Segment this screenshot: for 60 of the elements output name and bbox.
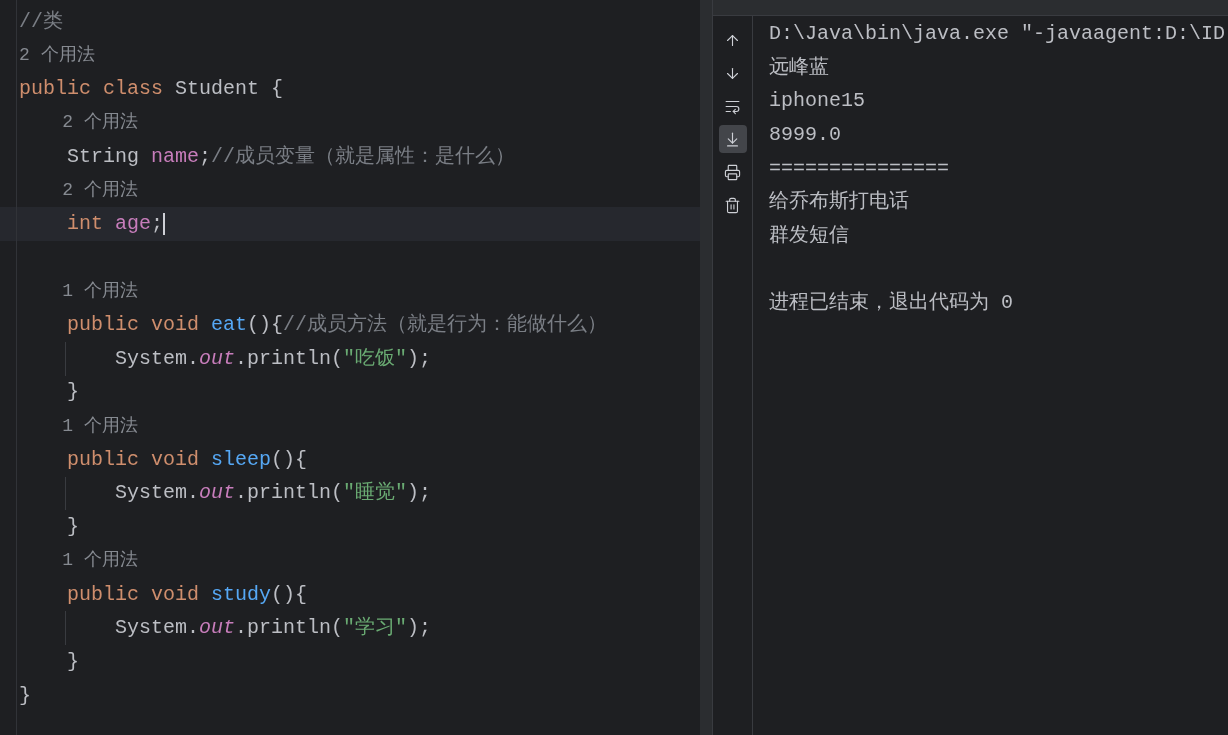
code-token: //成员变量（就是属性：是什么）	[211, 143, 516, 170]
code-token: public void	[66, 312, 201, 339]
code-token: name	[151, 143, 200, 170]
scroll-to-end-icon	[724, 130, 741, 148]
code-token: "睡觉"	[343, 480, 408, 507]
scroll-to-end-button[interactable]	[718, 125, 747, 153]
code-token: (){	[247, 312, 284, 339]
code-token: );	[407, 615, 432, 642]
console-output-line: 远峰蓝	[769, 54, 829, 81]
code-token: ;	[151, 210, 164, 237]
code-token: sleep	[211, 446, 272, 473]
console-output-line: iphone15	[769, 88, 865, 115]
code-token: System.	[115, 480, 199, 507]
text-cursor	[163, 212, 166, 235]
code-token: int	[66, 210, 104, 237]
code-token: eat	[211, 312, 248, 339]
code-token: .println(	[235, 345, 344, 372]
code-token: (){	[271, 581, 308, 608]
usage-hint[interactable]: 2 个用法	[19, 176, 138, 204]
usage-hint[interactable]: 1 个用法	[19, 277, 138, 305]
usage-hint[interactable]: 1 个用法	[19, 412, 138, 440]
trash-icon	[724, 196, 741, 214]
code-token: }	[66, 379, 79, 406]
code-token: }	[66, 648, 79, 675]
code-token: age	[115, 210, 152, 237]
code-editor[interactable]	[0, 0, 700, 735]
code-token: out	[199, 480, 236, 507]
code-token: Student {	[175, 76, 284, 103]
console-output-line: 给乔布斯打电话	[769, 189, 909, 216]
code-token: //类	[19, 8, 63, 35]
code-token: "学习"	[343, 615, 408, 642]
usage-hint[interactable]: 2 个用法	[19, 42, 95, 70]
code-token: );	[407, 345, 432, 372]
code-token: .println(	[235, 615, 344, 642]
code-token: out	[199, 345, 236, 372]
print-icon	[724, 163, 741, 181]
code-token: "吃饭"	[343, 345, 408, 372]
console-output-line: D:\Java\bin\java.exe "-javaagent:D:\ID	[769, 20, 1226, 47]
code-token: System.	[115, 345, 199, 372]
code-token: public void	[66, 581, 201, 608]
code-token: .println(	[235, 480, 344, 507]
process-exit-message: 进程已结束，退出代码为 0	[769, 290, 1013, 317]
console-output-line: ===============	[769, 155, 950, 182]
editor-scrollbar[interactable]	[700, 0, 712, 735]
code-token: out	[199, 615, 236, 642]
console-output-line: 8999.0	[769, 121, 841, 148]
code-token: );	[407, 480, 432, 507]
code-token: System.	[115, 615, 199, 642]
code-token: public void	[66, 446, 201, 473]
code-token: study	[211, 581, 272, 608]
code-token: }	[19, 682, 31, 709]
code-token: String	[66, 143, 141, 170]
usage-hint[interactable]: 1 个用法	[19, 547, 138, 575]
code-token: }	[66, 514, 79, 541]
console-output-line: 群发短信	[769, 222, 849, 249]
code-token: public class	[19, 76, 165, 103]
code-token: ;	[199, 143, 212, 170]
code-token: (){	[271, 446, 308, 473]
usage-hint[interactable]: 2 个用法	[19, 109, 138, 137]
code-token: //成员方法（就是行为：能做什么）	[283, 312, 608, 339]
